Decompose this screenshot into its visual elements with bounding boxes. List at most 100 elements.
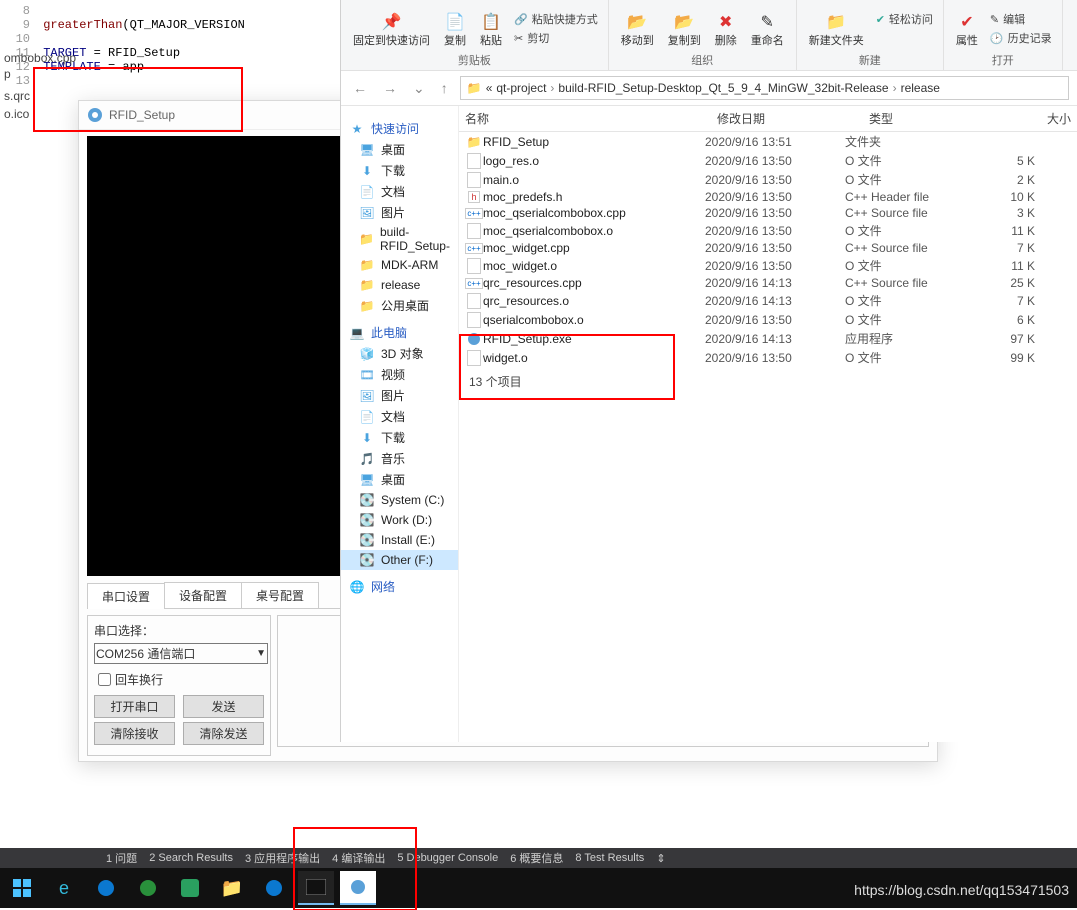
port-select[interactable]: COM256 通信端口 ▼ [94, 643, 268, 664]
paste-button[interactable]: 📋粘贴 [474, 10, 508, 50]
edge-dev-icon[interactable] [130, 872, 166, 904]
sidebar-file[interactable]: s.qrc [0, 88, 80, 104]
output-tab[interactable]: 2 Search Results [149, 852, 233, 864]
output-tab[interactable]: 4 编译输出 [332, 850, 385, 866]
nav-item[interactable]: ⬇下载 [341, 427, 458, 448]
star-icon: ★ [349, 121, 365, 137]
pin-button[interactable]: 📌固定到快速访问 [347, 10, 436, 50]
nav-recent-button[interactable]: ⌄ [409, 80, 429, 97]
file-row[interactable]: c++moc_widget.cpp2020/9/16 13:50C++ Sour… [459, 240, 1077, 256]
move-to-button[interactable]: 📂移动到 [615, 10, 660, 50]
nav-item[interactable]: 🖥桌面 [341, 469, 458, 490]
nav-item[interactable]: 🖥桌面 [341, 139, 458, 160]
file-row[interactable]: qserialcombobox.o2020/9/16 13:50O 文件6 K [459, 310, 1077, 329]
nav-item[interactable]: 💽Other (F:) [341, 550, 458, 570]
status-bar: 13 个项目 [459, 367, 1077, 396]
nav-item[interactable]: 📁MDK-ARM [341, 255, 458, 275]
explorer-taskbar-icon[interactable]: 📁 [214, 872, 250, 904]
file-row[interactable]: c++moc_qserialcombobox.cpp2020/9/16 13:5… [459, 205, 1077, 221]
file-row[interactable]: RFID_Setup.exe2020/9/16 14:13应用程序97 K [459, 329, 1077, 348]
rename-button[interactable]: ✎重命名 [745, 10, 790, 50]
nav-item[interactable]: 💽Work (D:) [341, 510, 458, 530]
nav-up-button[interactable]: ↑ [437, 80, 452, 96]
nav-item[interactable]: 🖼图片 [341, 202, 458, 223]
output-tab[interactable]: 5 Debugger Console [397, 852, 498, 864]
history-icon: 🕑 [990, 32, 1004, 45]
nav-back-button[interactable]: ← [349, 80, 371, 96]
file-row[interactable]: qrc_resources.o2020/9/16 14:13O 文件7 K [459, 291, 1077, 310]
start-button[interactable] [4, 872, 40, 904]
explorer-nav-pane[interactable]: ★快速访问🖥桌面⬇下载📄文档🖼图片📁build-RFID_Setup-📁MDK-… [341, 106, 459, 742]
tab-table-config[interactable]: 桌号配置 [241, 582, 319, 608]
output-tab[interactable]: 3 应用程序输出 [245, 850, 320, 866]
output-tab[interactable]: 6 概要信息 [510, 850, 563, 866]
edit-button[interactable]: ✎编辑 [986, 10, 1056, 28]
clear-rx-button[interactable]: 清除接收 [94, 722, 175, 745]
file-row[interactable]: c++qrc_resources.cpp2020/9/16 14:13C++ S… [459, 275, 1077, 291]
properties-button[interactable]: ✔属性 [950, 10, 984, 50]
crlf-checkbox[interactable]: 回车换行 [94, 670, 264, 689]
edge-icon[interactable] [88, 872, 124, 904]
nav-item[interactable]: 🧊3D 对象 [341, 343, 458, 364]
clear-tx-button[interactable]: 清除发送 [183, 722, 264, 745]
file-row[interactable]: moc_qserialcombobox.o2020/9/16 13:50O 文件… [459, 221, 1077, 240]
nav-item[interactable]: 📄文档 [341, 406, 458, 427]
pin-icon: 📌 [382, 12, 402, 32]
output-tab[interactable]: 8 Test Results [575, 852, 644, 864]
🖼-icon: 🖼 [359, 388, 375, 404]
crlf-checkbox-input[interactable] [98, 673, 111, 686]
nav-item[interactable]: 📄文档 [341, 181, 458, 202]
tab-device-config[interactable]: 设备配置 [164, 582, 242, 608]
nav-item[interactable]: 🖼图片 [341, 385, 458, 406]
new-folder-button[interactable]: 📁新建文件夹 [803, 10, 870, 50]
tab-serial-settings[interactable]: 串口设置 [87, 583, 165, 609]
paste-shortcut-button[interactable]: 🔗粘贴快捷方式 [510, 10, 602, 28]
file-icon [465, 223, 483, 239]
qt-project-sidebar: ombobox.cppp s.qrc o.ico [0, 50, 80, 122]
nav-item[interactable]: 💽Install (E:) [341, 530, 458, 550]
file-icon [465, 312, 483, 328]
output-tab[interactable]: 1 问题 [106, 850, 137, 866]
send-button[interactable]: 发送 [183, 695, 264, 718]
sidebar-file[interactable]: ombobox.cpp [0, 50, 80, 66]
copy-button[interactable]: 📄复制 [438, 10, 472, 50]
cut-button[interactable]: ✂剪切 [510, 29, 602, 47]
📄-icon: 📄 [359, 184, 375, 200]
nav-item[interactable]: 🎵音乐 [341, 448, 458, 469]
nav-item[interactable]: 🎞视频 [341, 364, 458, 385]
🖥-icon: 🖥 [359, 472, 375, 488]
nav-section[interactable]: 💻此电脑 [341, 322, 458, 343]
rfid-taskbar-icon[interactable] [340, 871, 376, 905]
file-list-header[interactable]: 名称 修改日期 类型 大小 [459, 106, 1077, 132]
nav-item[interactable]: 💽System (C:) [341, 490, 458, 510]
edge-icon-2[interactable] [256, 872, 292, 904]
ie-icon[interactable]: е [46, 872, 82, 904]
file-row[interactable]: main.o2020/9/16 13:50O 文件2 K [459, 170, 1077, 189]
sidebar-file[interactable]: p [0, 66, 80, 82]
easy-access-button[interactable]: ✔轻松访问 [872, 10, 937, 28]
nav-item[interactable]: 📁公用桌面 [341, 295, 458, 316]
file-icon [465, 258, 483, 274]
file-row[interactable]: logo_res.o2020/9/16 13:50O 文件5 K [459, 151, 1077, 170]
open-port-button[interactable]: 打开串口 [94, 695, 175, 718]
nav-forward-button[interactable]: → [379, 80, 401, 96]
file-row[interactable]: moc_widget.o2020/9/16 13:50O 文件11 K [459, 256, 1077, 275]
history-button[interactable]: 🕑历史记录 [986, 29, 1056, 47]
file-row[interactable]: hmoc_predefs.h2020/9/16 13:50C++ Header … [459, 189, 1077, 205]
breadcrumb[interactable]: 📁 « qt-project› build-RFID_Setup-Desktop… [460, 76, 1069, 100]
nav-section[interactable]: ★快速访问 [341, 118, 458, 139]
nav-item[interactable]: 📁release [341, 275, 458, 295]
nav-item[interactable]: 📁build-RFID_Setup- [341, 223, 458, 255]
cmd-taskbar-icon[interactable] [298, 871, 334, 905]
output-toggle-icon[interactable]: ⇕ [656, 852, 665, 865]
explorer-file-list[interactable]: 名称 修改日期 类型 大小 📁RFID_Setup2020/9/16 13:51… [459, 106, 1077, 742]
nav-section[interactable]: 🌐网络 [341, 576, 458, 597]
file-row[interactable]: widget.o2020/9/16 13:50O 文件99 K [459, 348, 1077, 367]
copy-to-button[interactable]: 📂复制到 [662, 10, 707, 50]
nav-item[interactable]: ⬇下载 [341, 160, 458, 181]
sidebar-file[interactable]: o.ico [0, 106, 80, 122]
file-row[interactable]: 📁RFID_Setup2020/9/16 13:51文件夹 [459, 132, 1077, 151]
app-icon-1[interactable] [172, 872, 208, 904]
delete-button[interactable]: ✖删除 [709, 10, 743, 50]
file-icon [465, 332, 483, 346]
